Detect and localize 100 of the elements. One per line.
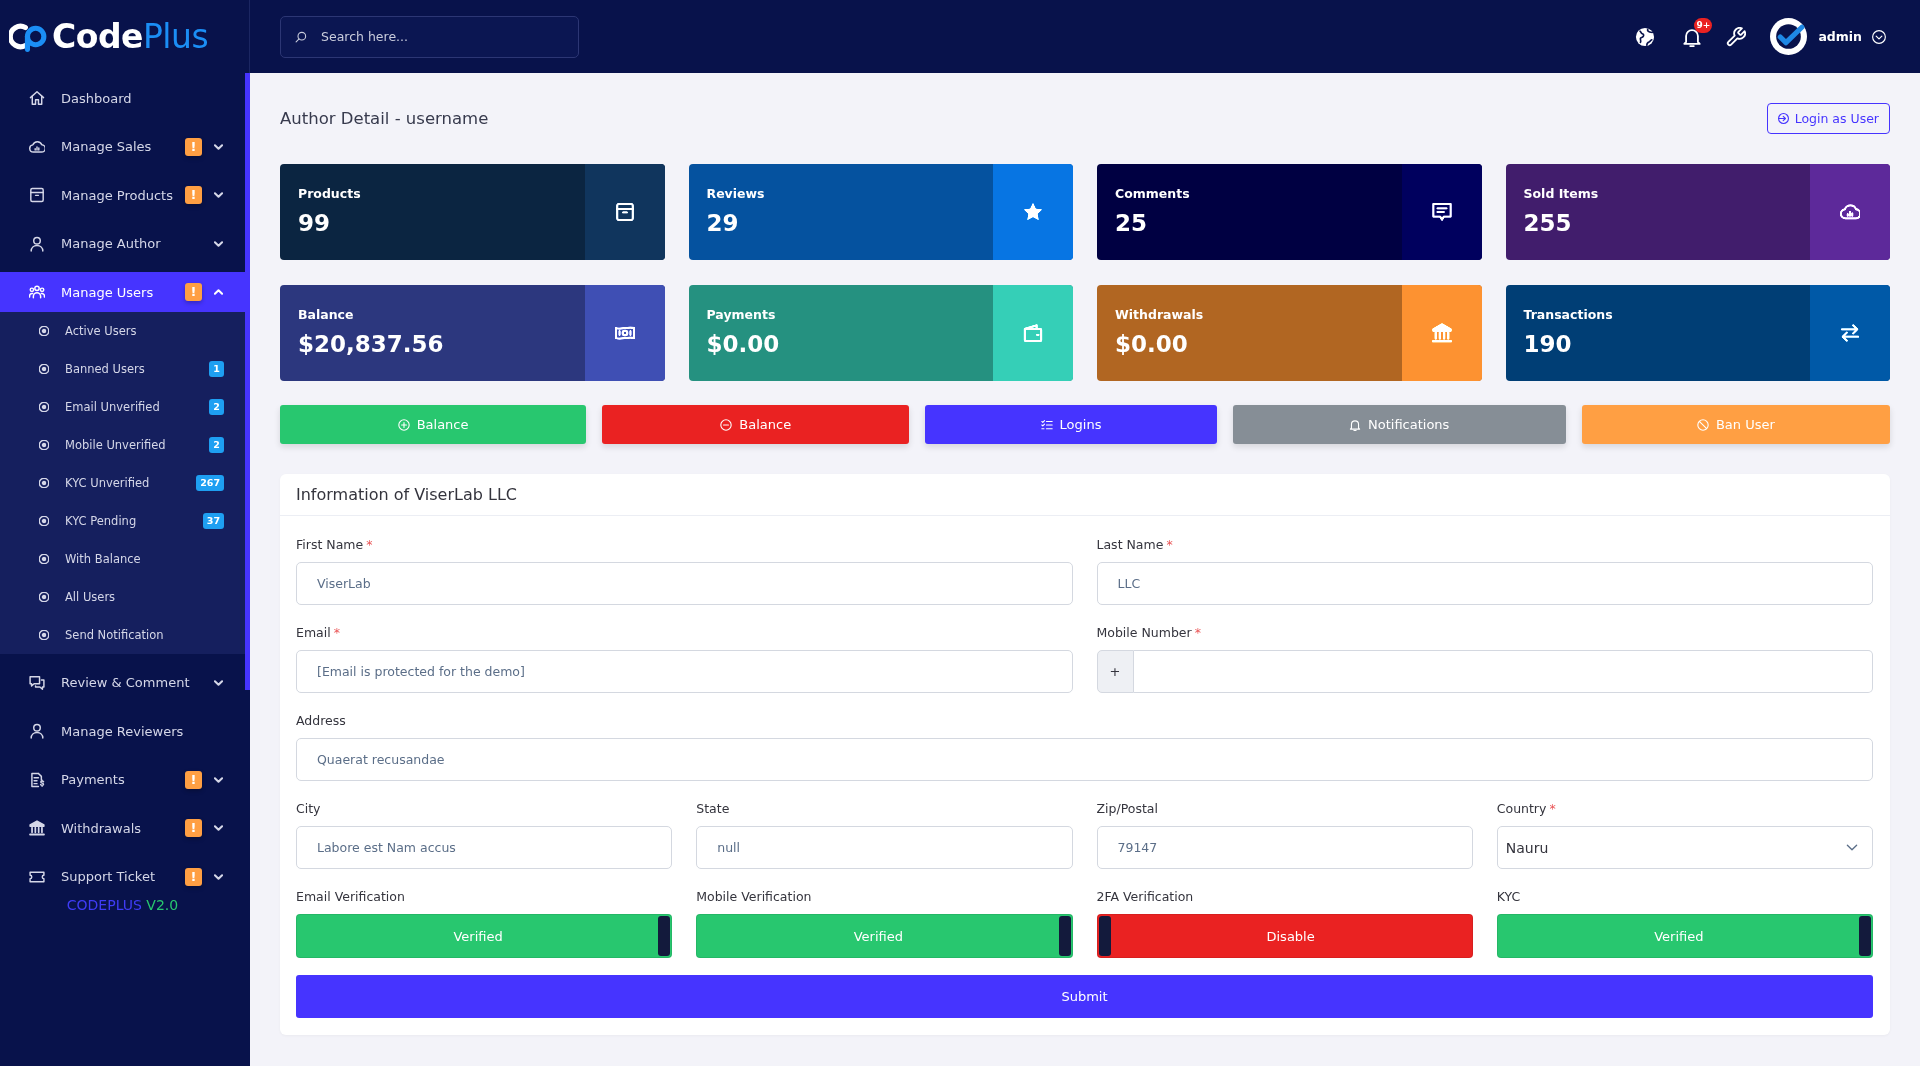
country-select[interactable]: Nauru [1496, 826, 1873, 869]
swap-arrows-icon [1840, 323, 1860, 343]
globe-icon[interactable] [1635, 26, 1656, 47]
field-label: First Name * [296, 536, 373, 554]
sidebar-item[interactable]: Manage Sales ! [0, 126, 245, 167]
count-badge: 37 [202, 513, 224, 529]
toggle-handle[interactable] [1098, 916, 1111, 956]
stat-label: Comments [1115, 186, 1191, 202]
stat-label: Reviews [706, 186, 766, 202]
sidebar-item[interactable]: Manage Products ! [0, 175, 245, 215]
input-field[interactable]: null [696, 826, 1073, 869]
stat-label: Sold Items [1523, 186, 1600, 202]
submenu-item[interactable]: Mobile Unverified 2 [0, 426, 245, 464]
toggle-switch[interactable]: Disable [1096, 914, 1473, 958]
check-avatar-icon[interactable] [1770, 18, 1808, 55]
minus-circle-icon [720, 418, 733, 431]
submenu-item[interactable]: KYC Unverified 267 [0, 464, 245, 502]
plus-circle-icon [397, 418, 410, 431]
sidebar-item[interactable]: Dashboard [0, 78, 245, 118]
ban-icon [1696, 418, 1709, 431]
sidebar-item[interactable]: Payments ! [0, 759, 245, 800]
input-field[interactable]: [Email is protected for the demo] [296, 650, 1073, 693]
count-badge: 2 [209, 399, 224, 415]
stat-label: Products [298, 186, 362, 202]
box-icon [614, 202, 635, 222]
stat-value: 255 [1523, 209, 1573, 238]
alert-badge: ! [185, 770, 202, 789]
field-label: Mobile Verification [696, 888, 812, 906]
dot-circle-icon [39, 478, 49, 488]
submenu-item[interactable]: KYC Pending 37 [0, 502, 245, 540]
dot-circle-icon [39, 326, 49, 336]
field-label: Country * [1496, 800, 1556, 818]
action-button[interactable]: Balance [602, 405, 910, 444]
chat-bubbles-icon [29, 674, 45, 691]
submenu-item[interactable]: Send Notification [0, 616, 245, 654]
sidebar-item[interactable]: Withdrawals ! [0, 808, 245, 848]
cloud-chart-icon [29, 138, 45, 155]
submenu-item[interactable]: All Users [0, 578, 245, 616]
toggle-handle[interactable] [658, 916, 671, 956]
scrollbar-thumb[interactable] [245, 73, 250, 690]
wrench-icon[interactable] [1726, 26, 1747, 47]
sidebar-item[interactable]: Manage Users ! [0, 272, 245, 312]
submenu-item[interactable]: Email Unverified 2 [0, 388, 245, 426]
dot-circle-icon [39, 516, 49, 526]
input-field[interactable]: ViserLab [296, 562, 1073, 605]
dot-circle-icon [39, 630, 49, 640]
input-field[interactable]: Labore est Nam accus [296, 826, 673, 869]
sidebar-item[interactable]: Review & Comment [0, 662, 245, 703]
submit-button[interactable]: Submit [296, 975, 1873, 1018]
input-field[interactable]: Quaerat recusandae [296, 738, 1873, 781]
alert-badge: ! [185, 137, 202, 156]
user-icon [29, 235, 45, 252]
input-field[interactable]: 79147 [1096, 826, 1473, 869]
sidebar-item[interactable]: Manage Reviewers [0, 711, 245, 751]
checklist-icon [1040, 418, 1053, 431]
bank-icon [29, 820, 45, 836]
sidebar-item[interactable]: Manage Author [0, 223, 245, 264]
stat-value: 190 [1523, 330, 1573, 359]
stat-label: Withdrawals [1115, 307, 1205, 323]
input-field[interactable] [1133, 650, 1873, 693]
notification-badge: 9+ [1694, 17, 1713, 33]
count-badge: 1 [209, 361, 224, 377]
field-label: Email Verification [296, 888, 405, 906]
submenu-item[interactable]: Active Users [0, 312, 245, 350]
chevron-circle-icon[interactable] [1872, 29, 1886, 44]
user-name[interactable]: admin [1818, 29, 1862, 44]
login-as-user-button[interactable]: Login as User [1766, 103, 1890, 134]
wallet-icon [1023, 323, 1043, 343]
submenu-item[interactable]: With Balance [0, 540, 245, 578]
phone-prefix: + [1096, 650, 1134, 693]
submenu-item[interactable]: Banned Users 1 [0, 350, 245, 388]
input-field[interactable]: LLC [1096, 562, 1873, 605]
field-label: Address [296, 712, 346, 730]
field-label: Mobile Number * [1096, 624, 1201, 642]
bell-icon[interactable] [1682, 26, 1703, 47]
sign-in-icon [1777, 113, 1789, 124]
alert-badge: ! [185, 819, 202, 837]
stat-value: 99 [298, 209, 331, 238]
cloud-chart-icon [1840, 202, 1860, 222]
user-icon [29, 723, 45, 739]
dot-circle-icon [39, 592, 49, 602]
home-icon [29, 90, 45, 106]
star-icon [1023, 202, 1043, 222]
action-button[interactable]: Logins [925, 405, 1217, 444]
stat-value: $20,837.56 [298, 330, 445, 359]
field-label: Zip/Postal [1096, 800, 1158, 818]
card-title: Information of ViserLab LLC [296, 485, 517, 504]
search-field[interactable]: Search here... [280, 15, 579, 58]
alert-badge: ! [185, 283, 202, 301]
message-icon [1431, 202, 1452, 222]
stat-value: $0.00 [706, 330, 781, 359]
dot-circle-icon [39, 554, 49, 564]
count-badge: 2 [209, 437, 224, 453]
alert-badge: ! [185, 186, 202, 204]
search-icon [295, 30, 307, 43]
sidebar-item[interactable]: Support Ticket ! [0, 856, 245, 897]
box-icon [29, 187, 45, 203]
toggle-handle[interactable] [1058, 916, 1071, 956]
toggle-handle[interactable] [1859, 916, 1871, 956]
dot-circle-icon [39, 440, 49, 450]
